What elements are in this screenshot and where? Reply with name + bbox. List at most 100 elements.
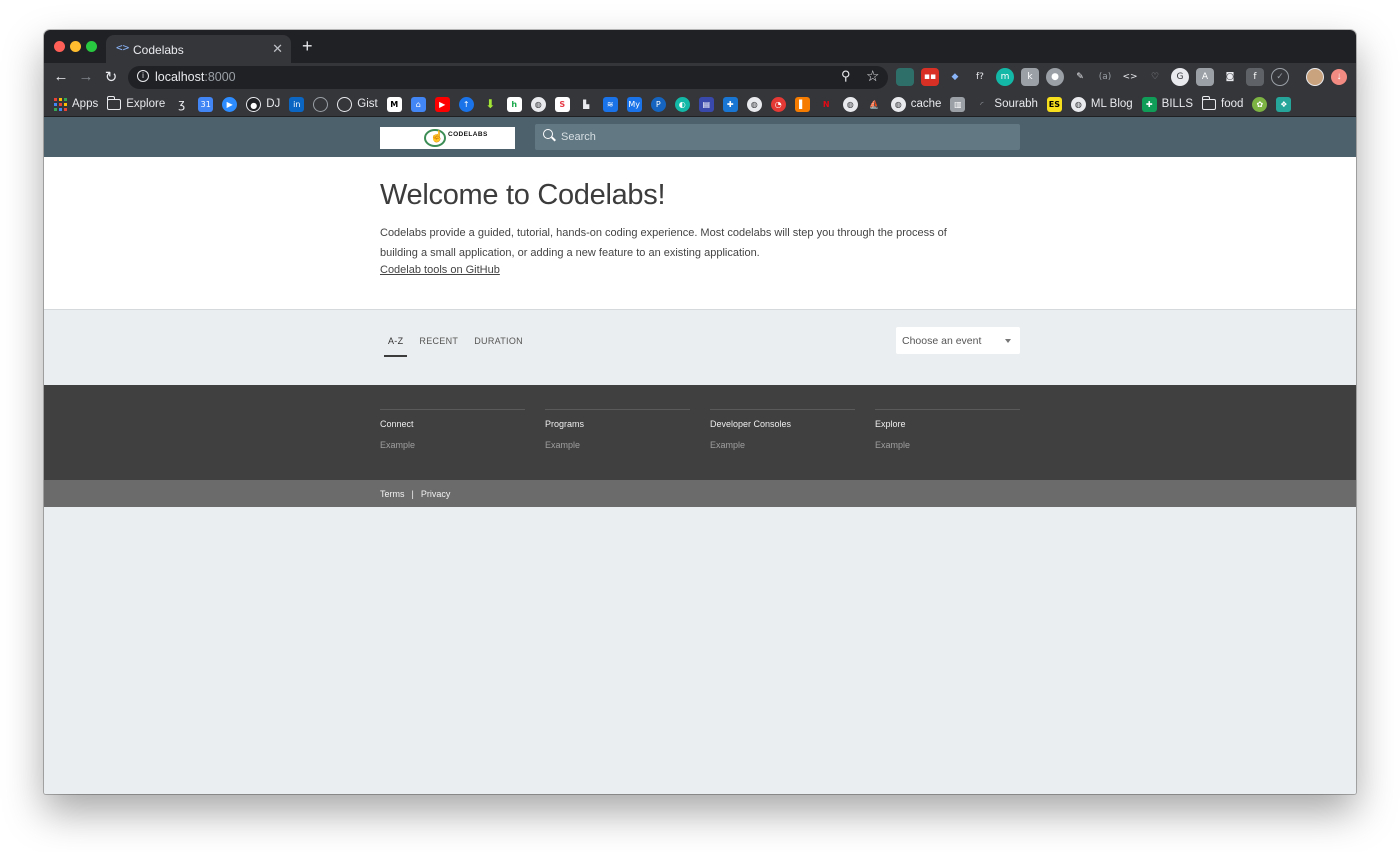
footer-separator: | bbox=[411, 489, 414, 499]
address-url[interactable]: localhost:8000 bbox=[155, 70, 236, 84]
youtube-icon[interactable]: ▶ bbox=[434, 96, 450, 112]
browser-tab[interactable]: <> Codelabs ✕ bbox=[106, 35, 291, 63]
new-tab-button[interactable]: + bbox=[302, 36, 313, 57]
extension-icon[interactable]: (a) bbox=[1096, 68, 1114, 86]
globe-icon[interactable]: ◍ bbox=[530, 96, 546, 112]
bookmark-icon[interactable]: My bbox=[626, 96, 642, 112]
search-box[interactable] bbox=[535, 124, 1020, 150]
bookmark-icon[interactable]: ≋ bbox=[602, 96, 618, 112]
codelabs-logo[interactable]: ☝ CODELABS bbox=[380, 127, 515, 149]
search-input[interactable] bbox=[561, 128, 1001, 146]
maximize-window-button[interactable] bbox=[86, 41, 97, 52]
js-icon[interactable]: ES bbox=[1046, 96, 1062, 112]
event-dropdown-label: Choose an event bbox=[902, 335, 982, 347]
close-tab-icon[interactable]: ✕ bbox=[272, 41, 283, 57]
download-arrow-icon[interactable]: ⬇ bbox=[482, 96, 498, 112]
github-icon bbox=[337, 96, 353, 112]
extension-icon[interactable]: ● bbox=[1046, 68, 1064, 86]
bookmark-food[interactable]: food bbox=[1202, 95, 1243, 110]
check-extension-icon[interactable]: ✓ bbox=[1271, 68, 1289, 86]
bookmark-dj[interactable]: ● DJ bbox=[246, 96, 280, 112]
bookmark-icon[interactable]: S bbox=[554, 96, 570, 112]
welcome-section: Welcome to Codelabs! Codelabs provide a … bbox=[44, 157, 1356, 310]
bookmark-icon[interactable]: ✚ bbox=[722, 96, 738, 112]
minimize-window-button[interactable] bbox=[70, 41, 81, 52]
update-icon[interactable]: ↓ bbox=[1331, 69, 1347, 85]
footer-link[interactable]: Example bbox=[380, 440, 525, 450]
tab-duration[interactable]: DURATION bbox=[466, 335, 531, 357]
extension-icon[interactable]: m bbox=[996, 68, 1014, 86]
hackerrank-icon[interactable]: h bbox=[506, 96, 522, 112]
site-footer: Connect Example Programs Example Develop… bbox=[44, 385, 1356, 480]
globe-icon[interactable]: ◍ bbox=[746, 96, 762, 112]
pocket-extension-icon[interactable]: ♡ bbox=[1146, 68, 1164, 86]
bookmark-ml-blog[interactable]: ◍ ML Blog bbox=[1070, 96, 1133, 112]
paypal-icon[interactable]: P bbox=[650, 96, 666, 112]
globe-icon[interactable]: ◍ bbox=[842, 96, 858, 112]
footer-link[interactable]: Example bbox=[710, 440, 855, 450]
sub-footer: Terms | Privacy bbox=[44, 480, 1356, 507]
bookmark-icon[interactable]: ʒ bbox=[174, 96, 190, 112]
zoom-icon[interactable]: ⚲ bbox=[841, 68, 851, 84]
sheets-icon: ✚ bbox=[1141, 96, 1157, 112]
bookmark-icon[interactable]: ✿ bbox=[1252, 96, 1268, 112]
globe-icon: ◍ bbox=[1070, 96, 1086, 112]
tab-recent[interactable]: RECENT bbox=[411, 335, 466, 357]
bookmark-sourabh[interactable]: ◜ Sourabh bbox=[974, 96, 1038, 112]
bookmark-icon[interactable]: ⛵ bbox=[866, 96, 882, 112]
extension-icon[interactable] bbox=[896, 68, 914, 86]
bookmark-apps[interactable]: Apps bbox=[54, 97, 98, 111]
bookmark-bills[interactable]: ✚ BILLS bbox=[1141, 96, 1193, 112]
footer-link[interactable]: Example bbox=[875, 440, 1020, 450]
function-extension-icon[interactable]: f? bbox=[971, 68, 989, 86]
bus-icon[interactable]: ▤ bbox=[698, 96, 714, 112]
medium-icon[interactable]: M bbox=[386, 96, 402, 112]
profile-avatar[interactable] bbox=[1306, 68, 1324, 86]
globe-icon: ◍ bbox=[890, 96, 906, 112]
github-link[interactable]: Codelab tools on GitHub bbox=[380, 264, 500, 276]
bookmark-gist[interactable]: Gist bbox=[337, 96, 378, 112]
angular-extension-icon[interactable]: A bbox=[1196, 68, 1214, 86]
code-extension-icon[interactable]: <> bbox=[1121, 68, 1139, 86]
diamond-extension-icon[interactable]: ◆ bbox=[946, 68, 964, 86]
address-bar[interactable]: i localhost:8000 ⚲ ☆ bbox=[128, 66, 888, 89]
bookmark-icon[interactable]: ❖ bbox=[1276, 96, 1292, 112]
calendar-icon[interactable]: 31 bbox=[198, 96, 214, 112]
building-icon[interactable]: ▥ bbox=[950, 96, 966, 112]
code-brackets-icon: <> bbox=[116, 41, 130, 54]
terms-link[interactable]: Terms bbox=[380, 489, 405, 499]
bookmark-cache[interactable]: ◍ cache bbox=[890, 96, 941, 112]
linkedin-icon[interactable]: in bbox=[289, 96, 305, 112]
github-icon[interactable] bbox=[313, 96, 329, 112]
cloud-upload-icon[interactable]: ↑ bbox=[458, 96, 474, 112]
bookmark-star-icon[interactable]: ☆ bbox=[866, 67, 879, 85]
bookmark-icon[interactable]: ⌂ bbox=[410, 96, 426, 112]
zoom-video-icon[interactable]: ▶ bbox=[222, 96, 238, 112]
bookmark-icon[interactable]: ◐ bbox=[674, 96, 690, 112]
site-info-icon[interactable]: i bbox=[137, 70, 149, 82]
netflix-icon[interactable]: N bbox=[818, 96, 834, 112]
forward-arrow-icon[interactable]: → bbox=[77, 68, 95, 85]
close-window-button[interactable] bbox=[54, 41, 65, 52]
reload-icon[interactable]: ↻ bbox=[102, 68, 120, 86]
bookmark-icon: ◜ bbox=[974, 96, 990, 112]
camera-extension-icon[interactable]: ◙ bbox=[1221, 68, 1239, 86]
bookmark-icon[interactable]: ▌ bbox=[794, 96, 810, 112]
dj-icon: ● bbox=[246, 96, 262, 112]
bookmark-icon[interactable]: ◔ bbox=[770, 96, 786, 112]
extension-icon[interactable]: k bbox=[1021, 68, 1039, 86]
facebook-extension-icon[interactable]: f bbox=[1246, 68, 1264, 86]
footer-link[interactable]: Example bbox=[545, 440, 690, 450]
extension-icon[interactable]: G bbox=[1171, 68, 1189, 86]
back-arrow-icon[interactable]: ← bbox=[52, 68, 70, 85]
event-dropdown[interactable]: Choose an event bbox=[896, 327, 1020, 354]
filter-bar: A-Z RECENT DURATION Choose an event bbox=[44, 310, 1356, 385]
extension-icon[interactable]: ▪▪ bbox=[921, 68, 939, 86]
tab-a-z[interactable]: A-Z bbox=[380, 335, 411, 357]
privacy-link[interactable]: Privacy bbox=[421, 489, 451, 499]
bookmark-explore[interactable]: Explore bbox=[107, 95, 165, 110]
pen-extension-icon[interactable]: ✎ bbox=[1071, 68, 1089, 86]
site-header: ☝ CODELABS bbox=[44, 117, 1356, 157]
bookmark-icon[interactable]: ▙ bbox=[578, 96, 594, 112]
bookmarks-bar: Apps Explore ʒ 31 ▶ ● DJ in Gist M ⌂ ▶ ↑ bbox=[44, 91, 1356, 117]
